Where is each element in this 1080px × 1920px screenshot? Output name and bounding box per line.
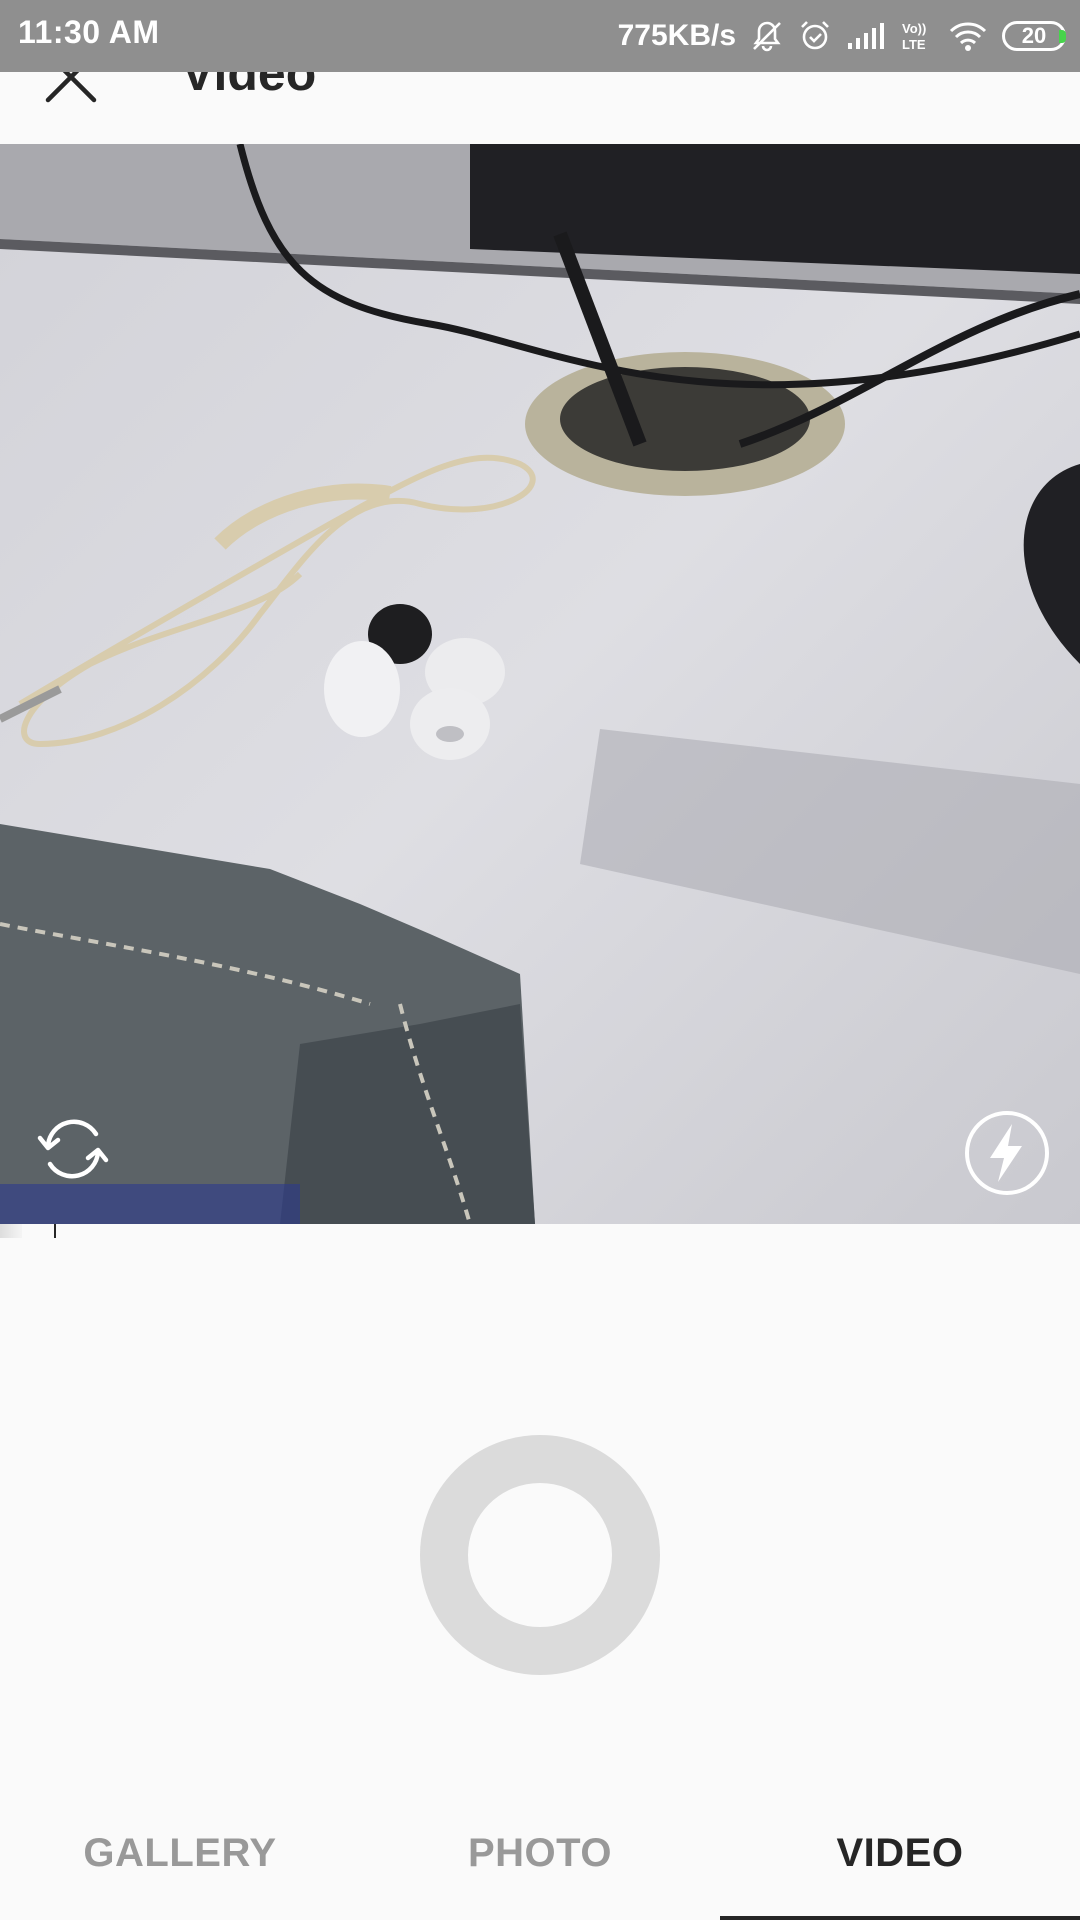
wifi-icon (948, 20, 988, 52)
camera-preview[interactable] (0, 144, 1080, 1224)
alarm-icon (798, 19, 832, 53)
tab-gallery-label: GALLERY (83, 1830, 277, 1875)
switch-camera-button[interactable] (36, 1112, 110, 1186)
mode-tabs: GALLERY PHOTO VIDEO (0, 1800, 1080, 1920)
svg-text:Vo)): Vo)) (902, 21, 926, 36)
flash-button[interactable] (964, 1110, 1050, 1196)
tab-photo[interactable]: PHOTO (360, 1800, 720, 1920)
network-speed: 775KB/s (617, 19, 736, 52)
camera-screen: 11:30 AM 775KB/s Vo)) LTE 20 Video GALLE… (0, 0, 1080, 1920)
status-bar: 11:30 AM 775KB/s Vo)) LTE 20 (0, 0, 1080, 72)
switch-camera-icon (37, 1119, 109, 1179)
flash-icon (965, 1111, 1049, 1195)
signal-icon (846, 21, 886, 51)
tab-gallery[interactable]: GALLERY (0, 1800, 360, 1920)
mute-icon (750, 19, 784, 53)
status-icons: 775KB/s Vo)) LTE 20 (618, 14, 1066, 58)
active-tab-indicator (720, 1916, 1080, 1920)
preview-tick (54, 1224, 56, 1238)
record-button[interactable] (420, 1435, 660, 1675)
tab-video-label: VIDEO (836, 1830, 964, 1875)
svg-text:LTE: LTE (902, 37, 926, 52)
battery-icon: 20 (1002, 21, 1066, 51)
top-bar: Video (0, 45, 1080, 144)
camera-scene-image (0, 144, 1080, 1224)
preview-strip (0, 1224, 22, 1238)
battery-level: 20 (1021, 23, 1047, 48)
status-time: 11:30 AM (18, 14, 160, 50)
tab-photo-label: PHOTO (467, 1830, 612, 1875)
tab-video[interactable]: VIDEO (720, 1800, 1080, 1920)
volte-icon: Vo)) LTE (900, 19, 934, 53)
